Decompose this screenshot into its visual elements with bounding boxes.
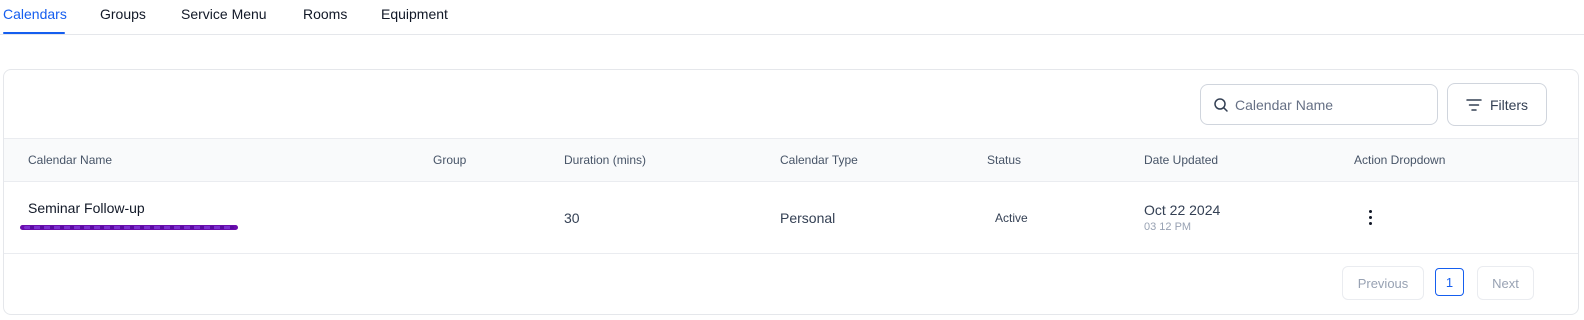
tab-service-menu[interactable]: Service Menu — [181, 0, 267, 34]
filters-button[interactable]: Filters — [1447, 83, 1547, 126]
filters-label: Filters — [1489, 96, 1529, 113]
date-updated: Oct 22 2024 — [1144, 202, 1221, 218]
calendar-search[interactable] — [1200, 84, 1438, 125]
column-header-status[interactable]: Status — [987, 139, 1021, 181]
calendar-type-cell: Personal — [780, 210, 836, 226]
status-badge: Active — [995, 211, 1028, 225]
calendar-name-link[interactable]: Seminar Follow-up — [28, 200, 145, 216]
tab-groups[interactable]: Groups — [100, 0, 146, 34]
table-row[interactable]: Seminar Follow-up 30 Personal Active Oct… — [4, 182, 1578, 254]
tab-calendars[interactable]: Calendars — [3, 0, 67, 34]
column-header-date-updated[interactable]: Date Updated — [1144, 139, 1218, 181]
time-updated: 03 12 PM — [1144, 221, 1192, 233]
calendar-search-input[interactable] — [1235, 96, 1425, 113]
column-header-group[interactable]: Group — [433, 139, 466, 181]
next-page-button[interactable]: Next — [1477, 266, 1534, 300]
redacted-calendar-link — [20, 225, 238, 230]
duration-cell: 30 — [564, 210, 580, 226]
calendar-settings-tabs: Calendars Groups Service Menu Rooms Equi… — [0, 0, 1584, 35]
previous-page-button[interactable]: Previous — [1342, 266, 1424, 300]
tab-rooms[interactable]: Rooms — [303, 0, 347, 34]
calendars-table-card: Filters Calendar Name Group Duration (mi… — [3, 69, 1579, 315]
filter-lines-icon — [1466, 98, 1482, 111]
table-header: Calendar Name Group Duration (mins) Cale… — [4, 138, 1578, 182]
column-header-calendar-name[interactable]: Calendar Name — [28, 139, 112, 181]
tab-equipment[interactable]: Equipment — [381, 0, 448, 34]
column-header-action-dropdown: Action Dropdown — [1354, 153, 1446, 167]
page-1-button[interactable]: 1 — [1435, 268, 1464, 296]
column-header-duration[interactable]: Duration (mins) — [564, 139, 646, 181]
column-header-calendar-type[interactable]: Calendar Type — [780, 139, 858, 181]
kebab-menu-icon[interactable] — [1362, 206, 1378, 228]
search-icon — [1214, 97, 1228, 112]
